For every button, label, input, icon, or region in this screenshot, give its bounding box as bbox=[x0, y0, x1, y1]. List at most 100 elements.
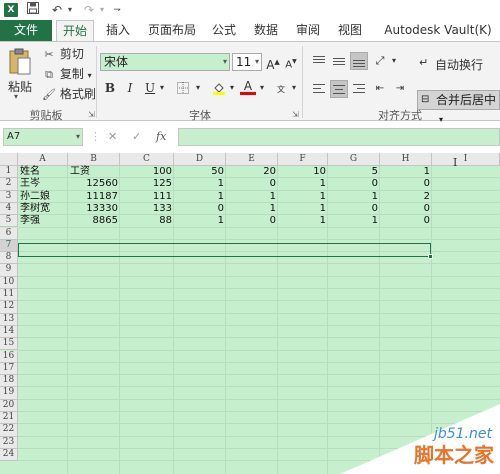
tab-autodesk-vault[interactable]: Autodesk Vault(K) bbox=[376, 20, 500, 41]
customize-toolbar-icon[interactable]: ⇁ bbox=[112, 2, 122, 18]
phonetic-dropdown-icon[interactable]: ▾ bbox=[290, 79, 298, 97]
paste-dropdown-icon[interactable]: ▾ bbox=[14, 92, 18, 101]
select-all-corner[interactable] bbox=[0, 153, 18, 166]
cell-g2[interactable]: 0 bbox=[328, 178, 380, 190]
cell-g1[interactable]: 5 bbox=[328, 166, 380, 178]
redo-dropdown-icon[interactable]: ▾ bbox=[98, 2, 106, 18]
redo-icon[interactable]: ↷ bbox=[82, 2, 96, 18]
undo-icon[interactable]: ↶ bbox=[50, 2, 64, 18]
borders-dropdown-icon[interactable]: ▾ bbox=[194, 79, 202, 97]
align-right-icon[interactable] bbox=[350, 80, 368, 98]
cell-e3[interactable]: 1 bbox=[226, 191, 278, 203]
row-header-14[interactable]: 14 bbox=[0, 325, 18, 339]
italic-button[interactable]: I bbox=[122, 79, 138, 97]
column-header-d[interactable]: D bbox=[174, 153, 226, 166]
cell-b2[interactable]: 12560 bbox=[68, 178, 120, 190]
insert-function-icon[interactable]: fx bbox=[156, 129, 166, 145]
cell-b4[interactable]: 13330 bbox=[68, 203, 120, 215]
column-header-g[interactable]: G bbox=[328, 153, 380, 166]
column-header-f[interactable]: F bbox=[278, 153, 328, 166]
row-header-24[interactable]: 24 bbox=[0, 448, 18, 462]
row-header-4[interactable]: 4 bbox=[0, 202, 18, 216]
cell-a5[interactable]: 李强 bbox=[18, 215, 68, 227]
row-header-22[interactable]: 22 bbox=[0, 424, 18, 437]
orientation-dropdown-icon[interactable]: ▾ bbox=[390, 52, 398, 70]
row-header-21[interactable]: 21 bbox=[0, 412, 18, 425]
paste-button[interactable]: 粘贴 bbox=[8, 78, 32, 95]
tab-file[interactable]: 文件 bbox=[0, 20, 52, 41]
row-header-1[interactable]: 1 bbox=[0, 166, 18, 179]
cell-c5[interactable]: 88 bbox=[120, 215, 174, 227]
name-box[interactable]: A7 ▾ bbox=[3, 128, 83, 146]
cell-h3[interactable]: 2 bbox=[380, 191, 432, 203]
formula-input[interactable] bbox=[178, 128, 500, 146]
cell-h5[interactable]: 0 bbox=[380, 215, 432, 227]
row-header-18[interactable]: 18 bbox=[0, 375, 18, 388]
tab-page-layout[interactable]: 页面布局 bbox=[144, 20, 200, 41]
align-center-icon[interactable] bbox=[330, 80, 348, 98]
cell-e5[interactable]: 0 bbox=[226, 215, 278, 227]
cell-c1[interactable]: 100 bbox=[120, 166, 174, 178]
cell-b5[interactable]: 8865 bbox=[68, 215, 120, 227]
decrease-indent-icon[interactable]: ⇤ bbox=[372, 80, 388, 98]
underline-dropdown-icon[interactable]: ▾ bbox=[158, 79, 166, 97]
increase-indent-icon[interactable]: ⇥ bbox=[392, 80, 408, 98]
cell-d3[interactable]: 1 bbox=[174, 191, 226, 203]
undo-dropdown-icon[interactable]: ▾ bbox=[66, 2, 74, 18]
row-header-17[interactable]: 17 bbox=[0, 362, 18, 376]
align-left-icon[interactable] bbox=[310, 80, 328, 98]
fill-color-dropdown-icon[interactable]: ▾ bbox=[228, 79, 236, 97]
row-header-10[interactable]: 10 bbox=[0, 276, 18, 289]
column-header-e[interactable]: E bbox=[226, 153, 278, 166]
cell-c3[interactable]: 111 bbox=[120, 191, 174, 203]
bottom-align-icon[interactable] bbox=[350, 52, 368, 70]
cell-g3[interactable]: 1 bbox=[328, 191, 380, 203]
cell-f5[interactable]: 1 bbox=[278, 215, 328, 227]
row-header-19[interactable]: 19 bbox=[0, 387, 18, 400]
font-size-select[interactable]: 11 ▾ bbox=[232, 53, 262, 71]
column-header-b[interactable]: B bbox=[68, 153, 120, 166]
row-header-9[interactable]: 9 bbox=[0, 264, 18, 277]
cell-a3[interactable]: 孙二娘 bbox=[18, 191, 68, 203]
cell-d2[interactable]: 1 bbox=[174, 178, 226, 190]
row-header-15[interactable]: 15 bbox=[0, 338, 18, 351]
cell-a4[interactable]: 李树宽 bbox=[18, 203, 68, 215]
row-header-16[interactable]: 16 bbox=[0, 350, 18, 363]
cell-d1[interactable]: 50 bbox=[174, 166, 226, 178]
cell-c4[interactable]: 133 bbox=[120, 203, 174, 215]
cell-h1[interactable]: 1 bbox=[380, 166, 432, 178]
cell-d5[interactable]: 1 bbox=[174, 215, 226, 227]
enter-icon[interactable]: ✓ bbox=[132, 129, 141, 145]
cell-g4[interactable]: 0 bbox=[328, 203, 380, 215]
column-header-c[interactable]: C bbox=[120, 153, 174, 166]
row-header-13[interactable]: 13 bbox=[0, 313, 18, 326]
row-header-6[interactable]: 6 bbox=[0, 227, 18, 240]
cut-button[interactable]: ✂ 剪切 bbox=[42, 46, 83, 62]
cell-h2[interactable]: 0 bbox=[380, 178, 432, 190]
cell-c2[interactable]: 125 bbox=[120, 178, 174, 190]
column-header-i[interactable]: I bbox=[432, 153, 500, 166]
row-header-2[interactable]: 2 bbox=[0, 178, 18, 191]
cell-e2[interactable]: 0 bbox=[226, 178, 278, 190]
copy-button[interactable]: ⧉ 复制 ▾ bbox=[42, 66, 92, 82]
paste-icon[interactable] bbox=[8, 48, 32, 76]
row-header-3[interactable]: 3 bbox=[0, 190, 18, 203]
resize-dots-icon[interactable]: ⋮ bbox=[90, 129, 101, 145]
row-header-11[interactable]: 11 bbox=[0, 289, 18, 302]
row-header-7[interactable]: 7 bbox=[0, 239, 18, 253]
borders-icon[interactable] bbox=[174, 79, 192, 97]
font-launcher-icon[interactable]: ⇲ bbox=[292, 110, 299, 119]
cell-h4[interactable]: 0 bbox=[380, 203, 432, 215]
column-header-h[interactable]: H bbox=[380, 153, 432, 166]
copy-dropdown-icon[interactable]: ▾ bbox=[88, 71, 92, 80]
font-name-select[interactable]: 宋体 ▾ bbox=[100, 53, 230, 71]
underline-button[interactable]: U bbox=[142, 79, 158, 97]
fill-handle[interactable] bbox=[428, 254, 433, 259]
middle-align-icon[interactable] bbox=[330, 52, 348, 70]
bold-button[interactable]: B bbox=[102, 79, 118, 97]
cell-b3[interactable]: 11187 bbox=[68, 191, 120, 203]
cell-f1[interactable]: 10 bbox=[278, 166, 328, 178]
format-painter-button[interactable]: 🖌 格式刷 bbox=[42, 86, 96, 102]
tab-view[interactable]: 视图 bbox=[334, 20, 366, 41]
orientation-icon[interactable]: ⤢ bbox=[370, 52, 390, 70]
